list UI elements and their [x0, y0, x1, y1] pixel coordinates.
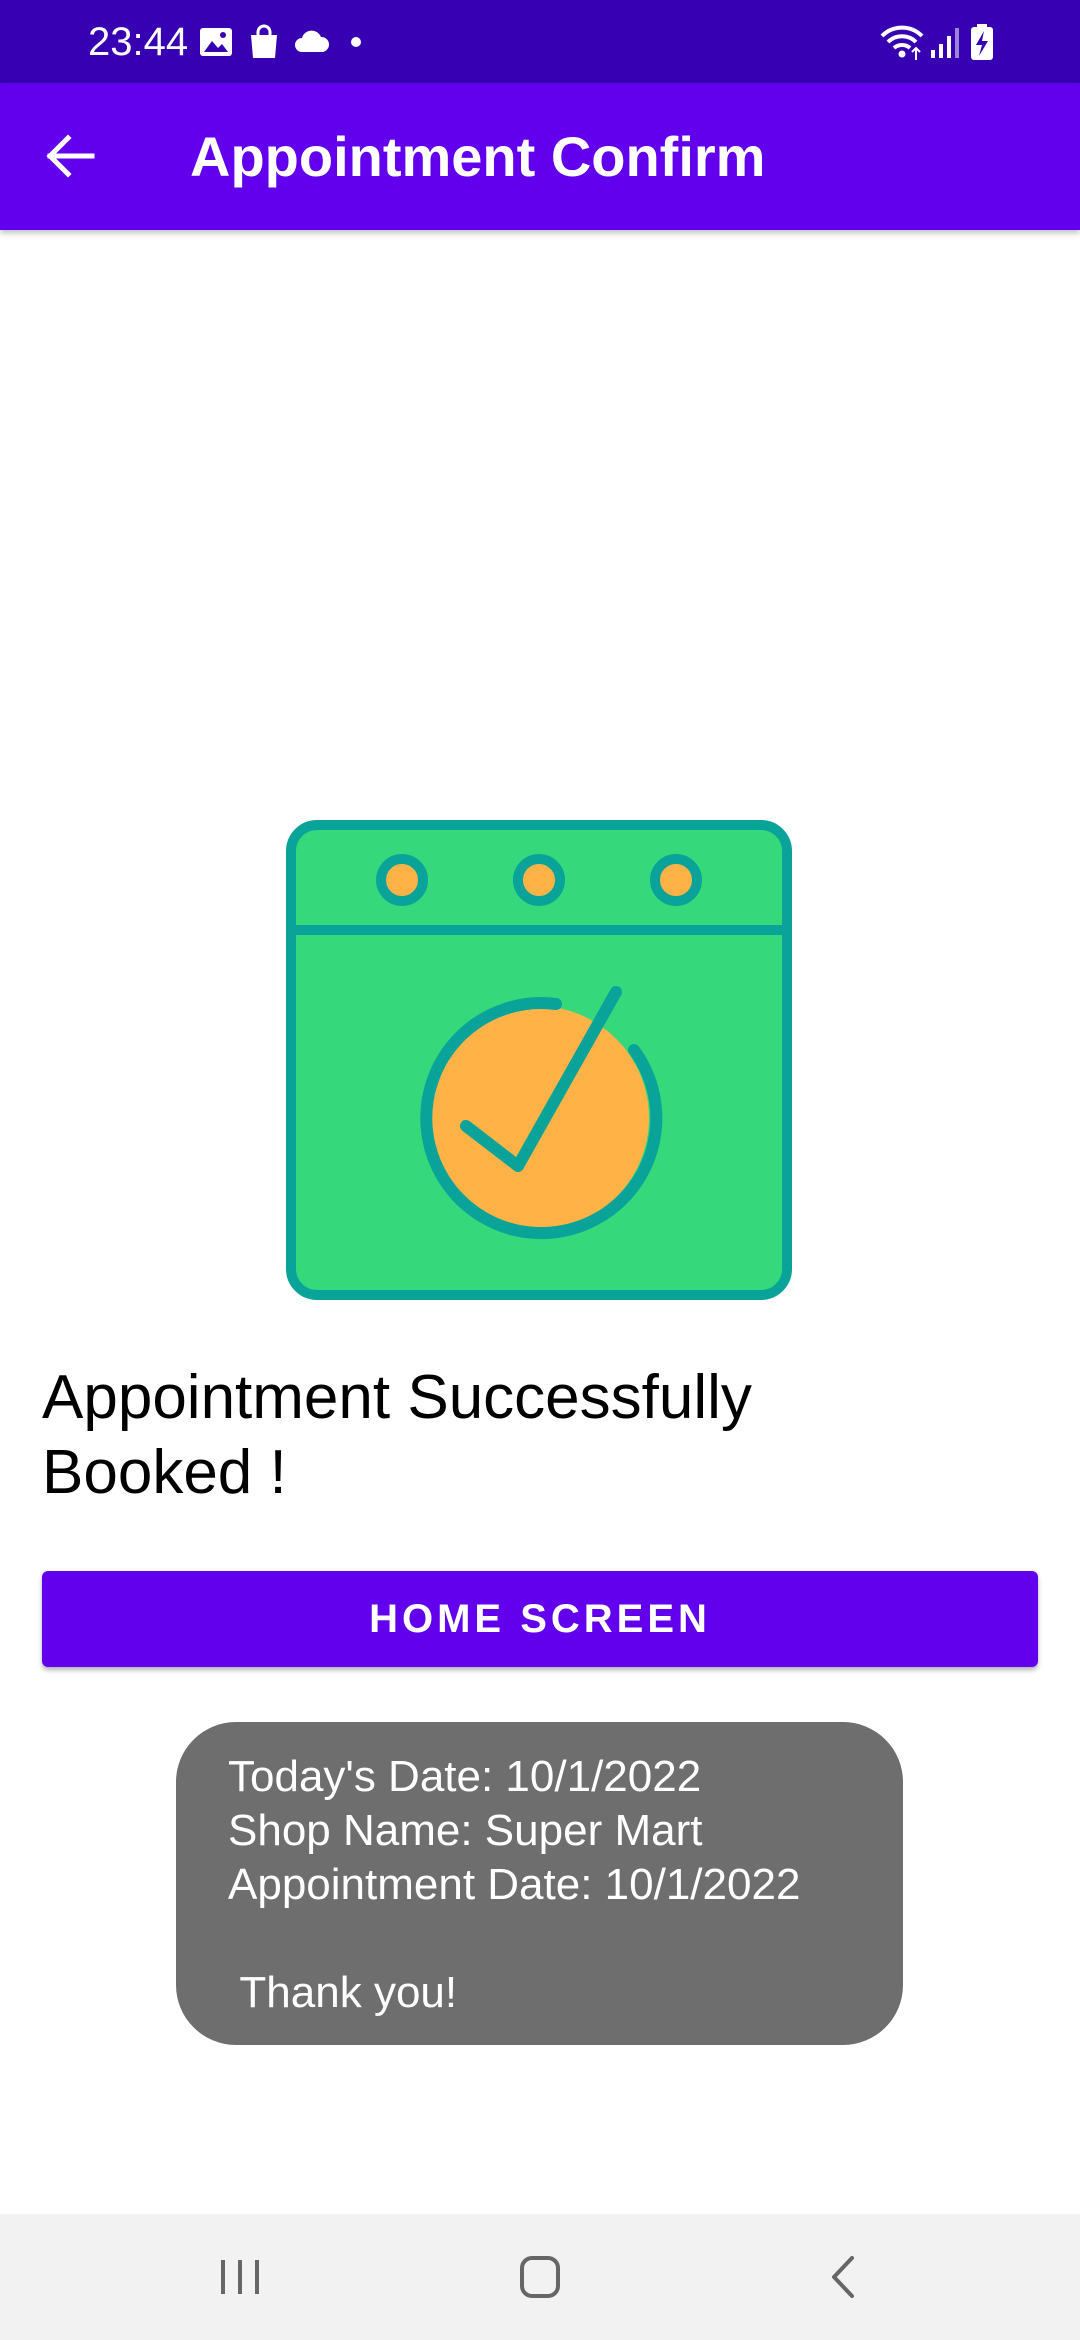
battery-charging-icon [971, 24, 993, 60]
appointment-confirm-screen: 23:44 Appointment Confirm Appointment Su… [0, 0, 1080, 2340]
confirmation-toast: Today's Date: 10/1/2022 Shop Name: Super… [176, 1722, 903, 2045]
success-message-line1: Appointment Successfully [42, 1363, 752, 1432]
success-message: Appointment Successfully Booked ! [42, 1360, 1042, 1510]
toast-todays-date: Today's Date: 10/1/2022 [228, 1752, 702, 1801]
app-bar: Appointment Confirm [0, 83, 1080, 230]
wifi-icon [880, 25, 924, 60]
success-message-line2: Booked ! [42, 1438, 287, 1507]
arrow-back-icon[interactable] [30, 116, 110, 196]
home-screen-button[interactable]: HOME SCREEN [42, 1571, 1038, 1667]
status-bar: 23:44 [0, 0, 1080, 83]
recent-apps-icon[interactable] [200, 2242, 280, 2312]
shopping-bag-icon [251, 24, 277, 58]
toast-spacer [228, 1912, 903, 1966]
toast-thank-you: Thank you! [228, 1968, 458, 2017]
system-navigation-bar [0, 2214, 1080, 2340]
dot-icon [351, 37, 361, 47]
page-title: Appointment Confirm [190, 125, 766, 188]
toast-appointment-date: Appointment Date: 10/1/2022 [228, 1860, 801, 1909]
calendar-check-icon [286, 820, 792, 1300]
toast-shop-name: Shop Name: Super Mart [228, 1806, 703, 1855]
cloud-icon [295, 30, 330, 52]
signal-icon [931, 28, 959, 58]
image-icon [200, 28, 232, 56]
back-icon[interactable] [804, 2242, 884, 2312]
home-icon[interactable] [500, 2242, 580, 2312]
status-time: 23:44 [88, 20, 189, 64]
